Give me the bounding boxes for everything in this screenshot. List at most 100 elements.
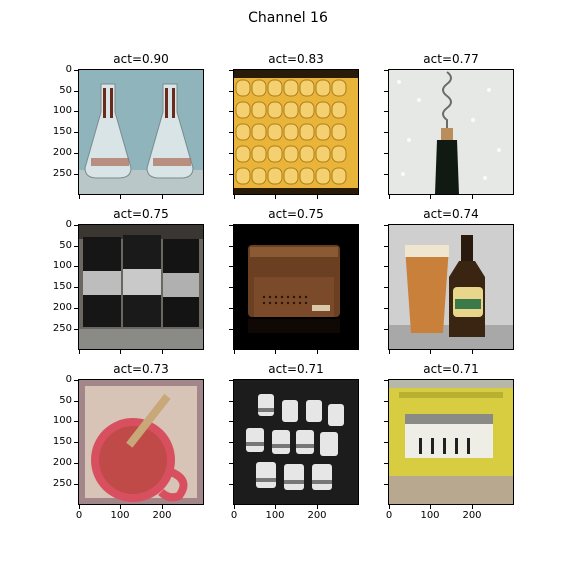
y-tick	[229, 70, 233, 71]
y-tick	[384, 225, 388, 226]
panel-image-beer	[388, 224, 514, 350]
y-tick	[229, 329, 233, 330]
y-tick-label: 50	[59, 395, 72, 406]
panel-title: act=0.75	[113, 207, 169, 221]
y-tick	[74, 266, 78, 267]
panel-image-flasks	[78, 69, 204, 195]
y-tick	[74, 442, 78, 443]
y-tick	[74, 70, 78, 71]
y-tick	[74, 380, 78, 381]
y-tick-label: 50	[59, 240, 72, 251]
y-tick	[74, 401, 78, 402]
x-tick	[162, 350, 163, 354]
y-tick	[229, 132, 233, 133]
y-tick	[384, 287, 388, 288]
x-tick-label: 100	[265, 510, 285, 521]
x-tick	[389, 505, 390, 509]
y-tick	[384, 380, 388, 381]
y-tick	[229, 174, 233, 175]
x-tick	[317, 505, 318, 509]
y-tick	[384, 421, 388, 422]
y-tick-label: 150	[52, 281, 72, 292]
x-tick-label: 100	[420, 510, 440, 521]
y-tick-label: 0	[65, 374, 72, 385]
y-tick	[74, 329, 78, 330]
y-tick	[229, 401, 233, 402]
panel-image-machine	[388, 379, 514, 505]
panel-image-wallet	[233, 224, 359, 350]
y-tick	[384, 111, 388, 112]
x-tick	[389, 350, 390, 354]
y-tick	[229, 463, 233, 464]
y-tick	[229, 484, 233, 485]
x-tick	[275, 350, 276, 354]
y-tick	[384, 153, 388, 154]
panel-image-barrels	[78, 224, 204, 350]
x-tick-label: 200	[152, 510, 172, 521]
y-tick-label: 100	[52, 105, 72, 116]
y-tick	[74, 91, 78, 92]
y-tick	[74, 225, 78, 226]
y-tick	[384, 132, 388, 133]
y-tick-label: 100	[52, 260, 72, 271]
panel-title: act=0.71	[423, 362, 479, 376]
y-tick	[384, 266, 388, 267]
x-tick	[120, 350, 121, 354]
y-tick	[74, 132, 78, 133]
x-tick	[472, 195, 473, 199]
panel-image-cylinders	[233, 379, 359, 505]
y-tick-label: 150	[52, 436, 72, 447]
x-tick-label: 0	[75, 510, 83, 521]
y-tick	[74, 246, 78, 247]
figure-title: Channel 16	[248, 10, 328, 26]
y-tick	[74, 308, 78, 309]
x-tick	[389, 195, 390, 199]
y-tick-label: 100	[52, 415, 72, 426]
x-tick	[162, 195, 163, 199]
x-tick	[317, 350, 318, 354]
y-tick	[74, 153, 78, 154]
x-tick	[430, 505, 431, 509]
y-tick	[229, 225, 233, 226]
y-tick	[74, 174, 78, 175]
y-tick	[229, 421, 233, 422]
y-tick	[384, 401, 388, 402]
y-tick-label: 50	[59, 85, 72, 96]
y-tick	[384, 174, 388, 175]
x-tick	[430, 350, 431, 354]
x-tick	[472, 505, 473, 509]
x-tick	[234, 505, 235, 509]
panel-title: act=0.75	[268, 207, 324, 221]
x-tick	[162, 505, 163, 509]
y-tick-label: 0	[65, 219, 72, 230]
x-tick	[430, 195, 431, 199]
y-tick-label: 200	[52, 457, 72, 468]
y-tick	[229, 246, 233, 247]
y-tick-label: 200	[52, 147, 72, 158]
y-tick	[74, 421, 78, 422]
y-tick-label: 250	[52, 168, 72, 179]
panel-image-mug	[78, 379, 204, 505]
y-tick	[229, 380, 233, 381]
y-tick-label: 150	[52, 126, 72, 137]
x-tick-label: 0	[385, 510, 393, 521]
y-tick	[384, 91, 388, 92]
x-tick	[275, 195, 276, 199]
y-tick	[384, 308, 388, 309]
y-tick-label: 200	[52, 302, 72, 313]
y-tick	[74, 111, 78, 112]
panel-title: act=0.74	[423, 207, 479, 221]
y-tick	[229, 266, 233, 267]
panel-title: act=0.90	[113, 52, 169, 66]
y-tick	[229, 442, 233, 443]
y-tick	[384, 484, 388, 485]
panel-image-corn	[233, 69, 359, 195]
y-tick-label: 250	[52, 323, 72, 334]
y-tick	[384, 246, 388, 247]
x-tick	[79, 350, 80, 354]
x-tick-label: 200	[462, 510, 482, 521]
x-tick	[472, 350, 473, 354]
y-tick	[384, 329, 388, 330]
panel-image-corkscrew	[388, 69, 514, 195]
panel-title: act=0.77	[423, 52, 479, 66]
